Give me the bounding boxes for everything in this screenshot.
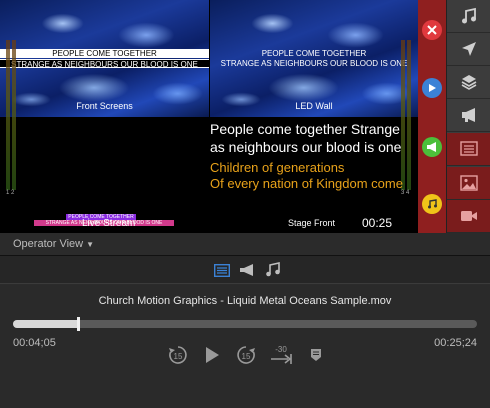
slide-text-icon [460, 141, 478, 156]
music-note-icon [462, 7, 476, 24]
skip-forward-button[interactable]: 15 [234, 343, 258, 367]
media-file-name: Church Motion Graphics - Liquid Metal Oc… [98, 295, 392, 307]
lyric-line-2: STRANGE AS NEIGHBOURS OUR BLOOD IS ONE [220, 59, 408, 68]
elapsed-time: 00:04;05 [13, 337, 56, 349]
slide-layer-button[interactable] [447, 133, 490, 166]
audio-layer-button[interactable] [447, 0, 490, 33]
panel-tabs [0, 256, 490, 284]
clear-status-column [418, 0, 446, 233]
play-button[interactable] [200, 343, 224, 367]
tab-announcements[interactable] [238, 262, 256, 278]
marker-icon [311, 349, 321, 361]
screen-label: Front Screens [76, 101, 133, 111]
tab-audio[interactable] [264, 262, 282, 278]
layers-button[interactable] [447, 66, 490, 99]
clear-media-button[interactable] [422, 78, 442, 98]
jump-to-end-button[interactable]: -30 [268, 343, 294, 367]
stage-display[interactable]: People come together Strange as neighbou… [210, 120, 418, 192]
send-arrow-icon [462, 42, 476, 56]
stage-current-lyric: People come together Strange as neighbou… [210, 121, 402, 155]
remaining-time: 00:25;24 [434, 337, 477, 349]
megaphone-icon [427, 142, 436, 152]
layer-toolbar [446, 0, 490, 233]
operator-view-label: Operator View ▼ [13, 238, 95, 250]
play-icon [429, 84, 436, 92]
stage-next-lyric-2: Of every nation of Kingdom come [210, 176, 403, 191]
messages-layer-button[interactable] [447, 33, 490, 66]
video-input-layer-button[interactable] [447, 200, 490, 233]
stage-screen-label: Stage Front [288, 218, 336, 228]
layers-icon [461, 75, 477, 90]
megaphone-icon [462, 108, 475, 122]
screen-label: Live Stream [82, 218, 136, 229]
clear-announcements-button[interactable] [422, 137, 442, 157]
scrubber-handle[interactable] [76, 317, 80, 331]
meter-channel-label: 1 2 [6, 190, 15, 196]
stage-next-lyric-1: Children of generations [210, 160, 345, 175]
operator-view-menu[interactable]: Operator View ▼ [0, 233, 490, 255]
scrubber-progress [13, 320, 78, 328]
image-icon [460, 175, 478, 191]
scrubber-track[interactable] [13, 317, 477, 331]
announcements-layer-button[interactable] [447, 99, 490, 132]
front-screens-thumb[interactable]: PEOPLE COME TOGETHER STRANGE AS NEIGHBOU… [0, 0, 209, 117]
marker-button[interactable] [304, 343, 328, 367]
lyric-line-1: PEOPLE COME TOGETHER [261, 49, 367, 58]
skip-back-button[interactable]: 15 [166, 343, 190, 367]
audio-meter-left [6, 40, 10, 190]
audio-meter-left-2 [12, 40, 16, 190]
tab-slides[interactable] [213, 262, 231, 278]
skip-back-icon: 15 [169, 346, 187, 364]
chevron-down-icon: ▼ [86, 240, 95, 249]
megaphone-icon [240, 264, 253, 276]
lyric-line-2: STRANGE AS NEIGHBOURS OUR BLOOD IS ONE [0, 59, 209, 69]
jump-back-30-icon: -30 [271, 345, 292, 364]
lyric-line-1: PEOPLE COME TOGETHER [0, 49, 209, 58]
media-player: Church Motion Graphics - Liquid Metal Oc… [0, 285, 490, 408]
music-note-icon [428, 199, 437, 209]
music-note-icon [266, 262, 280, 277]
slide-text-icon [214, 263, 230, 277]
media-layer-button[interactable] [447, 167, 490, 200]
svg-text:15: 15 [174, 352, 183, 361]
close-icon [427, 25, 437, 35]
video-camera-icon [461, 211, 477, 221]
svg-text:15: 15 [242, 352, 251, 361]
stage-timer: 00:25 [362, 216, 393, 230]
skip-forward-icon: 15 [237, 346, 255, 364]
svg-text:-30: -30 [275, 345, 287, 354]
screen-label: LED Wall [295, 101, 333, 111]
output-preview: PEOPLE COME TOGETHER STRANGE AS NEIGHBOU… [0, 0, 418, 233]
clear-all-button[interactable] [422, 20, 442, 40]
play-icon [206, 347, 219, 363]
clear-audio-button[interactable] [422, 194, 442, 214]
led-wall-thumb[interactable]: PEOPLE COME TOGETHER STRANGE AS NEIGHBOU… [210, 0, 418, 117]
